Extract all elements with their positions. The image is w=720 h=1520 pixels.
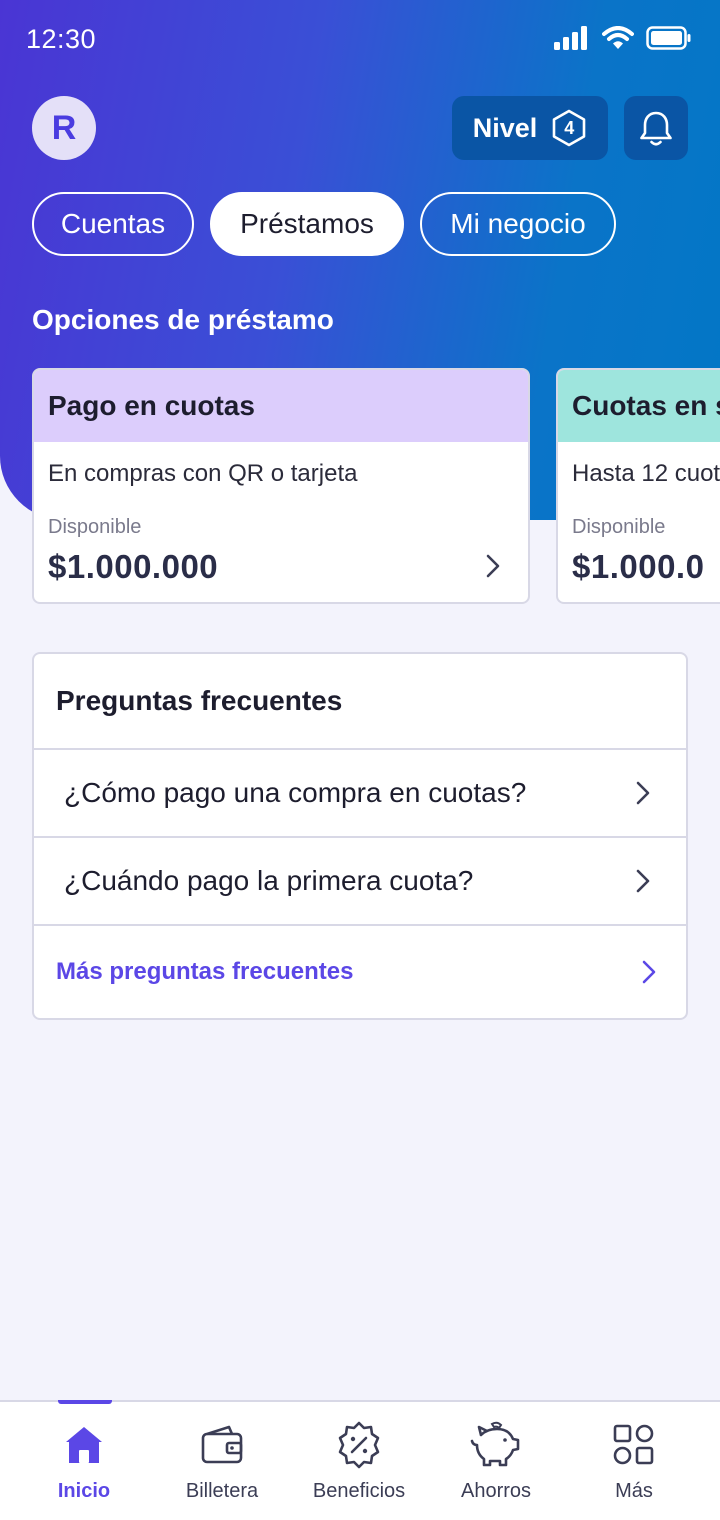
loan-card-available-label: Disponible bbox=[572, 516, 666, 538]
home-icon bbox=[66, 1427, 102, 1463]
chevron-right-icon bbox=[642, 960, 656, 984]
chevron-right-icon bbox=[636, 869, 650, 893]
nav-label: Más bbox=[615, 1480, 653, 1502]
more-faq-label: Más preguntas frecuentes bbox=[56, 958, 354, 985]
loan-card-title: Pago en cuotas bbox=[34, 370, 528, 442]
tab-mi-negocio[interactable]: Mi negocio bbox=[420, 192, 616, 256]
chevron-right-icon bbox=[486, 554, 500, 578]
bottom-navigation: Inicio Billetera Beneficios Ahorros Más bbox=[0, 1400, 720, 1520]
signal-icon bbox=[554, 26, 587, 50]
faq-item-label: ¿Cómo pago una compra en cuotas? bbox=[64, 777, 527, 808]
loan-card-available-label: Disponible bbox=[48, 516, 142, 538]
loan-card-cuotas[interactable]: Cuotas en s Hasta 12 cuot Disponible $1.… bbox=[556, 368, 720, 604]
status-bar: 12:30 bbox=[0, 0, 720, 80]
loan-card-subtitle: Hasta 12 cuot bbox=[572, 460, 720, 487]
faq-section: Preguntas frecuentes ¿Cómo pago una comp… bbox=[32, 652, 688, 1020]
faq-title: Preguntas frecuentes bbox=[56, 685, 343, 716]
loan-card-pago-en-cuotas[interactable]: Pago en cuotas En compras con QR o tarje… bbox=[32, 368, 530, 604]
discount-badge-icon bbox=[338, 1421, 380, 1469]
nav-item-ahorros[interactable]: Ahorros bbox=[436, 1420, 556, 1503]
grid-icon bbox=[613, 1424, 654, 1465]
status-icons bbox=[554, 26, 692, 50]
faq-item[interactable]: ¿Cuándo pago la primera cuota? bbox=[34, 836, 686, 924]
piggy-bank-icon bbox=[470, 1421, 520, 1467]
nav-label: Beneficios bbox=[312, 1480, 406, 1502]
account-tabs: Cuentas Préstamos Mi negocio bbox=[32, 192, 616, 256]
loan-card-title: Cuotas en s bbox=[558, 370, 720, 442]
level-value: 4 bbox=[564, 117, 575, 138]
nav-item-billetera[interactable]: Billetera bbox=[162, 1420, 282, 1503]
notifications-button[interactable] bbox=[624, 96, 688, 160]
nav-item-mas[interactable]: Más bbox=[574, 1420, 694, 1503]
level-button[interactable]: Nivel 4 bbox=[452, 96, 608, 160]
more-faq-link[interactable]: Más preguntas frecuentes bbox=[34, 924, 686, 1018]
nav-item-beneficios[interactable]: Beneficios bbox=[299, 1420, 419, 1503]
faq-item-label: ¿Cuándo pago la primera cuota? bbox=[64, 865, 474, 896]
bell-icon bbox=[640, 111, 672, 146]
wallet-icon bbox=[201, 1425, 243, 1464]
battery-icon bbox=[646, 26, 691, 50]
active-tab-indicator bbox=[58, 1400, 112, 1404]
level-label: Nivel bbox=[472, 112, 538, 143]
loan-card-amount: $1.000.0 bbox=[572, 548, 705, 585]
faq-item[interactable]: ¿Cómo pago una compra en cuotas? bbox=[34, 748, 686, 836]
nav-label: Ahorros bbox=[460, 1480, 532, 1502]
loan-options-title: Opciones de préstamo bbox=[32, 304, 334, 335]
nav-label: Inicio bbox=[57, 1480, 111, 1502]
level-hexagon-icon: 4 bbox=[551, 109, 587, 147]
tab-cuentas[interactable]: Cuentas bbox=[32, 192, 194, 256]
loan-card-amount: $1.000.000 bbox=[48, 548, 219, 585]
nav-item-inicio[interactable]: Inicio bbox=[24, 1420, 144, 1503]
tab-prestamos[interactable]: Préstamos bbox=[210, 192, 404, 256]
status-time: 12:30 bbox=[26, 24, 97, 54]
loan-card-subtitle: En compras con QR o tarjeta bbox=[48, 460, 358, 487]
avatar[interactable]: R bbox=[32, 96, 96, 160]
nav-label: Billetera bbox=[185, 1480, 259, 1502]
chevron-right-icon bbox=[636, 781, 650, 805]
wifi-icon bbox=[602, 26, 634, 49]
